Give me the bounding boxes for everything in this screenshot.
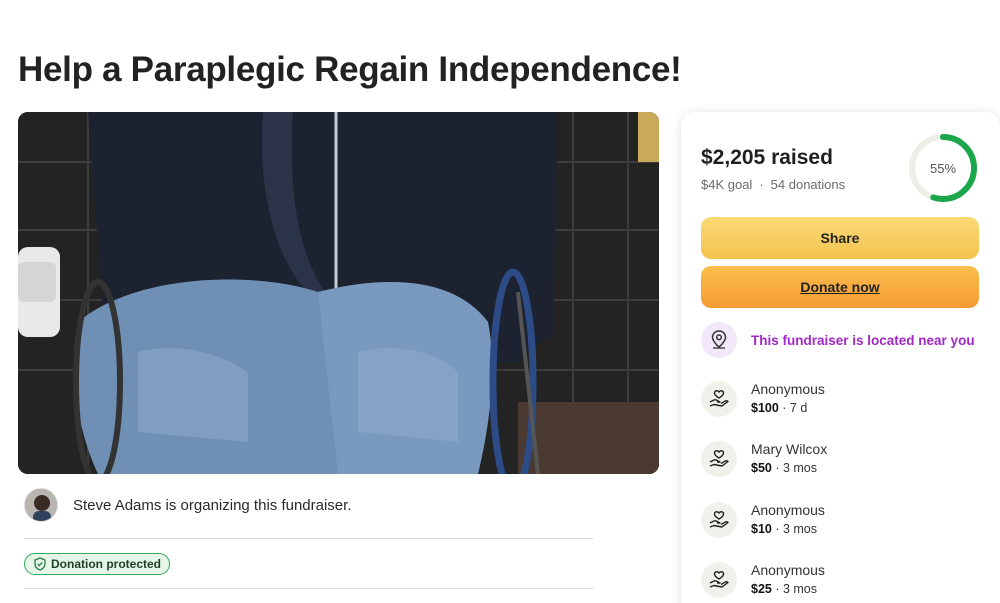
hero-photo	[18, 112, 659, 474]
donation-hand-heart-icon	[701, 502, 737, 538]
organizer-row: Steve Adams is organizing this fundraise…	[24, 488, 351, 522]
shield-icon	[34, 557, 46, 571]
page-title: Help a Paraplegic Regain Independence!	[18, 50, 682, 89]
donation-item: Anonymous $10 · 3 mos	[701, 501, 825, 539]
nearby-notice[interactable]: This fundraiser is located near you	[701, 322, 975, 358]
donor-name: Anonymous	[751, 502, 825, 518]
donation-protected-badge[interactable]: Donation protected	[24, 553, 170, 575]
badge-label: Donation protected	[51, 557, 161, 571]
goal-meta: $4K goal · 54 donations	[701, 177, 845, 192]
donation-time: 3 mos	[782, 522, 818, 536]
goal-amount: $4K goal	[701, 177, 753, 192]
avatar-photo	[25, 489, 57, 521]
donation-hand-heart-icon	[701, 562, 737, 598]
donate-button[interactable]: Donate now	[701, 266, 979, 308]
donation-amount: $10	[751, 522, 772, 536]
donation-amount: $25	[751, 582, 772, 596]
donation-card: $2,205 raised $4K goal · 54 donations 55% …	[681, 112, 1000, 603]
divider	[24, 538, 594, 539]
donation-time: 7 d	[789, 401, 808, 415]
donor-name: Mary Wilcox	[751, 441, 828, 457]
hero-image[interactable]	[18, 112, 659, 474]
donation-amount: $50	[751, 461, 772, 475]
meta-separator: ·	[759, 177, 764, 192]
donor-name: Anonymous	[751, 381, 825, 397]
donation-hand-heart-icon	[701, 441, 737, 477]
share-button[interactable]: Share	[701, 217, 979, 259]
donation-count: 54 donations	[770, 177, 846, 192]
nearby-text: This fundraiser is located near you	[751, 332, 975, 348]
location-pin-icon	[701, 322, 737, 358]
donor-name: Anonymous	[751, 562, 825, 578]
donation-item: Anonymous $25 · 3 mos	[701, 561, 825, 599]
donation-amount: $100	[751, 401, 779, 415]
progress-percent: 55%	[929, 160, 957, 176]
donation-item: Anonymous $100 · 7 d	[701, 380, 825, 418]
donation-time: 3 mos	[782, 461, 818, 475]
organizer-avatar[interactable]	[24, 488, 58, 522]
amount-raised: $2,205 raised	[701, 146, 833, 169]
donation-item: Mary Wilcox $50 · 3 mos	[701, 440, 827, 478]
divider	[24, 588, 594, 589]
donation-hand-heart-icon	[701, 381, 737, 417]
donation-time: 3 mos	[782, 582, 818, 596]
organizer-text: Steve Adams is organizing this fundraise…	[73, 496, 352, 514]
